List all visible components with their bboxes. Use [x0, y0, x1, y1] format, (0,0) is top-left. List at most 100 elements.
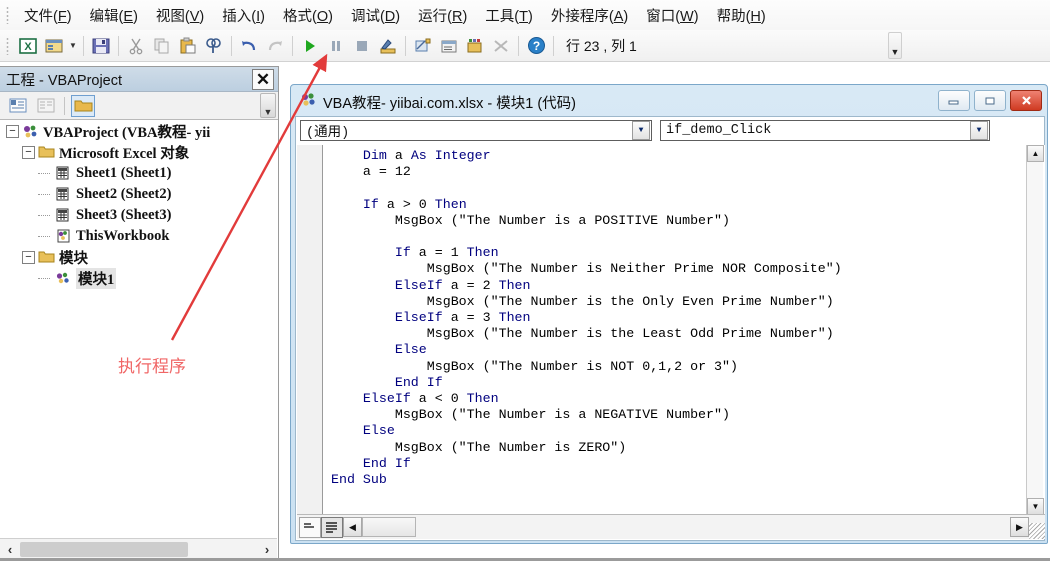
design-mode-icon[interactable] [375, 33, 401, 59]
menu-item-label: 格式( [282, 8, 317, 25]
menu-item-10[interactable]: 窗口(W) [637, 2, 707, 29]
window-resize-grip[interactable] [1029, 523, 1045, 539]
scroll-right-icon[interactable]: ▶ [1010, 517, 1029, 537]
object-dropdown[interactable]: (通用) ▼ [300, 120, 652, 141]
copy-icon[interactable] [149, 33, 175, 59]
scroll-down-icon[interactable]: ▼ [1027, 498, 1044, 515]
tree-node[interactable]: 模块1 [0, 268, 277, 289]
full-module-view-icon[interactable] [321, 516, 343, 538]
code-vertical-scrollbar[interactable]: ▲ ▼ [1026, 145, 1044, 515]
project-explorer-title: 工程 - VBAProject [6, 72, 123, 89]
project-explorer-title-bar[interactable]: 工程 - VBAProject ✕ [0, 67, 278, 92]
toolbar-separator [231, 35, 232, 56]
tree-node[interactable]: ThisWorkbook [0, 226, 277, 247]
tree-node[interactable]: Sheet2 (Sheet2) [0, 184, 277, 205]
vba-editor-window: 文件(F) 编辑(E) 视图(V) 插入(I) 格式(O) 调试(D) 运行(R) 工具(T)… [0, 0, 1050, 561]
menu-item-7[interactable]: 运行(R) [409, 2, 476, 29]
menu-mnemonic: O [316, 8, 329, 25]
tree-expander-icon[interactable]: − [22, 146, 35, 159]
scroll-thumb[interactable] [362, 517, 416, 537]
tree-expander-icon[interactable]: − [6, 125, 19, 138]
code-text[interactable]: Dim a As Integer a = 12 If a > 0 Then Ms… [323, 145, 1045, 515]
close-button[interactable] [1010, 90, 1042, 111]
chevron-down-icon[interactable]: ▼ [632, 121, 650, 140]
menu-drag-grip[interactable] [6, 6, 9, 24]
tree-node[interactable]: − Microsoft Excel 对象 [0, 142, 277, 163]
sheet-icon [55, 187, 72, 203]
toolbar-drag-grip[interactable] [6, 36, 9, 55]
maximize-button[interactable] [974, 90, 1006, 111]
tree-node[interactable]: Sheet1 (Sheet1) [0, 163, 277, 184]
menu-item-1[interactable]: 文件(F) [15, 2, 81, 29]
properties-window-icon[interactable] [436, 33, 462, 59]
toolbox-icon[interactable] [488, 33, 514, 59]
undo-icon[interactable] [236, 33, 262, 59]
menu-item-4[interactable]: 插入(I) [213, 2, 274, 29]
cursor-position-status: 行 23 , 列 1 [566, 37, 637, 54]
code-line: End If [362, 455, 411, 471]
toolbar-separator [83, 35, 84, 56]
toolbar-separator [64, 96, 65, 115]
project-toolbar-overflow[interactable]: ▼ [260, 93, 276, 118]
menu-item-9[interactable]: 外接程序(A) [542, 2, 637, 29]
minimize-button[interactable] [938, 90, 970, 111]
break-icon[interactable] [323, 33, 349, 59]
scroll-right-icon[interactable]: › [257, 542, 277, 557]
menu-item-8[interactable]: 工具(T) [476, 2, 542, 29]
menu-mnemonic: H [750, 8, 761, 25]
menu-item-label: 调试( [350, 8, 385, 25]
tree-node[interactable]: Sheet3 (Sheet3) [0, 205, 277, 226]
procedure-dropdown[interactable]: if_demo_Click ▼ [660, 120, 990, 141]
redo-icon[interactable] [262, 33, 288, 59]
code-window-title-bar[interactable]: VBA教程- yiibai.com.xlsx - 模块1 (代码) [294, 88, 1044, 116]
menu-mnemonic: E [123, 8, 134, 25]
code-line: Dim a As Integer [362, 148, 491, 163]
run-icon[interactable] [297, 33, 323, 59]
toolbar-overflow-button[interactable]: ▼ [888, 32, 902, 59]
cut-icon[interactable] [123, 33, 149, 59]
project-explorer-icon[interactable] [410, 33, 436, 59]
procedure-view-icon[interactable] [299, 516, 321, 538]
code-line: MsgBox ("The Number is ZERO") [394, 439, 627, 455]
scroll-track[interactable] [1027, 162, 1043, 498]
menu-item-6[interactable]: 调试(D) [342, 2, 409, 29]
reset-icon[interactable] [349, 33, 375, 59]
tree-node[interactable]: − VBAProject (VBA教程- yii [0, 121, 277, 142]
insert-userform-icon[interactable] [41, 33, 67, 59]
menu-paren: ) [133, 8, 138, 25]
menu-mnemonic: T [519, 8, 528, 25]
chevron-down-icon[interactable]: ▼ [970, 121, 988, 140]
toggle-folders-icon[interactable] [71, 94, 95, 117]
view-code-icon[interactable] [6, 95, 30, 117]
scroll-thumb[interactable] [20, 542, 188, 557]
code-editor-area[interactable]: Dim a As Integer a = 12 If a > 0 Then Ms… [297, 145, 1045, 515]
save-icon[interactable] [88, 33, 114, 59]
menu-item-2[interactable]: 编辑(E) [81, 2, 147, 29]
scroll-left-icon[interactable]: ‹ [0, 542, 20, 557]
code-margin-indicator[interactable] [297, 145, 323, 515]
project-horizontal-scrollbar[interactable]: ‹ › [0, 538, 277, 560]
project-tree[interactable]: − VBAProject (VBA教程- yii − Microsoft Excel … [0, 121, 277, 539]
view-object-icon[interactable] [34, 95, 58, 117]
scroll-left-icon[interactable]: ◀ [343, 517, 362, 537]
object-browser-icon[interactable] [462, 33, 488, 59]
code-line: MsgBox ("The Number is the Only Even Pri… [426, 293, 834, 309]
menu-item-3[interactable]: 视图(V) [147, 2, 213, 29]
menu-item-label: 文件( [24, 8, 58, 25]
tree-expander-icon[interactable]: − [22, 251, 35, 264]
menu-item-5[interactable]: 格式(O) [274, 2, 342, 29]
find-icon[interactable] [201, 33, 227, 59]
close-icon[interactable]: ✕ [252, 68, 274, 90]
paste-icon[interactable] [175, 33, 201, 59]
tree-node[interactable]: − 模块 [0, 247, 277, 268]
menu-item-11[interactable]: 帮助(H) [708, 2, 775, 29]
help-icon[interactable]: ? [523, 33, 549, 59]
folder-icon [38, 250, 55, 266]
menu-item-label: 窗口( [646, 8, 681, 25]
view-excel-icon[interactable]: X [15, 33, 41, 59]
scroll-up-icon[interactable]: ▲ [1027, 145, 1044, 162]
tree-node-label: Sheet3 (Sheet3) [76, 207, 172, 223]
insert-dropdown-caret[interactable]: ▼ [67, 33, 79, 59]
code-line: If a > 0 Then [362, 196, 467, 212]
menu-paren: ) [693, 8, 699, 25]
